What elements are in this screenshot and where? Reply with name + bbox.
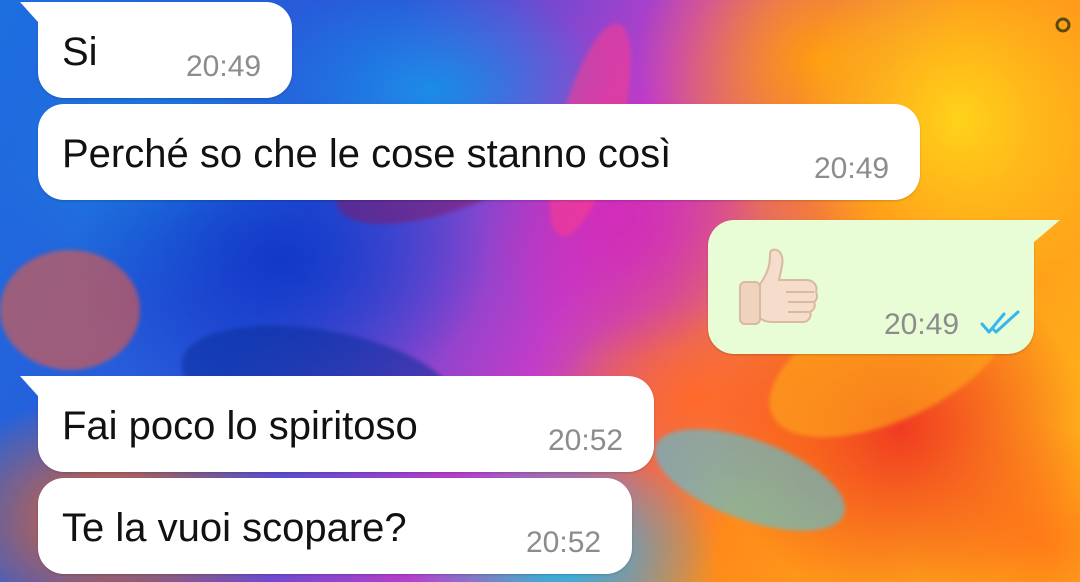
message-text: Perché so che le cose stanno così — [62, 132, 672, 176]
message-timestamp: 20:49 — [884, 308, 960, 341]
message-bubble-incoming[interactable]: Perché so che le cose stanno così 20:49 — [38, 104, 920, 200]
message-timestamp: 20:52 — [526, 526, 602, 559]
wallpaper-streak — [0, 250, 140, 370]
message-text: Te la vuoi scopare? — [62, 506, 407, 550]
message-text: Si — [62, 30, 98, 74]
message-timestamp: 20:52 — [548, 424, 624, 457]
message-bubble-outgoing[interactable]: 20:49 — [708, 220, 1060, 354]
message-text: Fai poco lo spiritoso — [62, 404, 418, 448]
message-bubble-incoming[interactable]: Fai poco lo spiritoso 20:52 — [20, 376, 654, 472]
double-check-icon — [980, 310, 1020, 334]
message-timestamp: 20:49 — [186, 50, 262, 83]
thumbs-up-emoji — [739, 248, 819, 325]
message-timestamp: 20:49 — [814, 152, 890, 185]
scroll-indicator-icon — [1055, 17, 1071, 33]
message-bubble-incoming[interactable]: Te la vuoi scopare? 20:52 — [38, 478, 632, 574]
message-bubble-incoming[interactable]: Si 20:49 — [20, 2, 292, 98]
